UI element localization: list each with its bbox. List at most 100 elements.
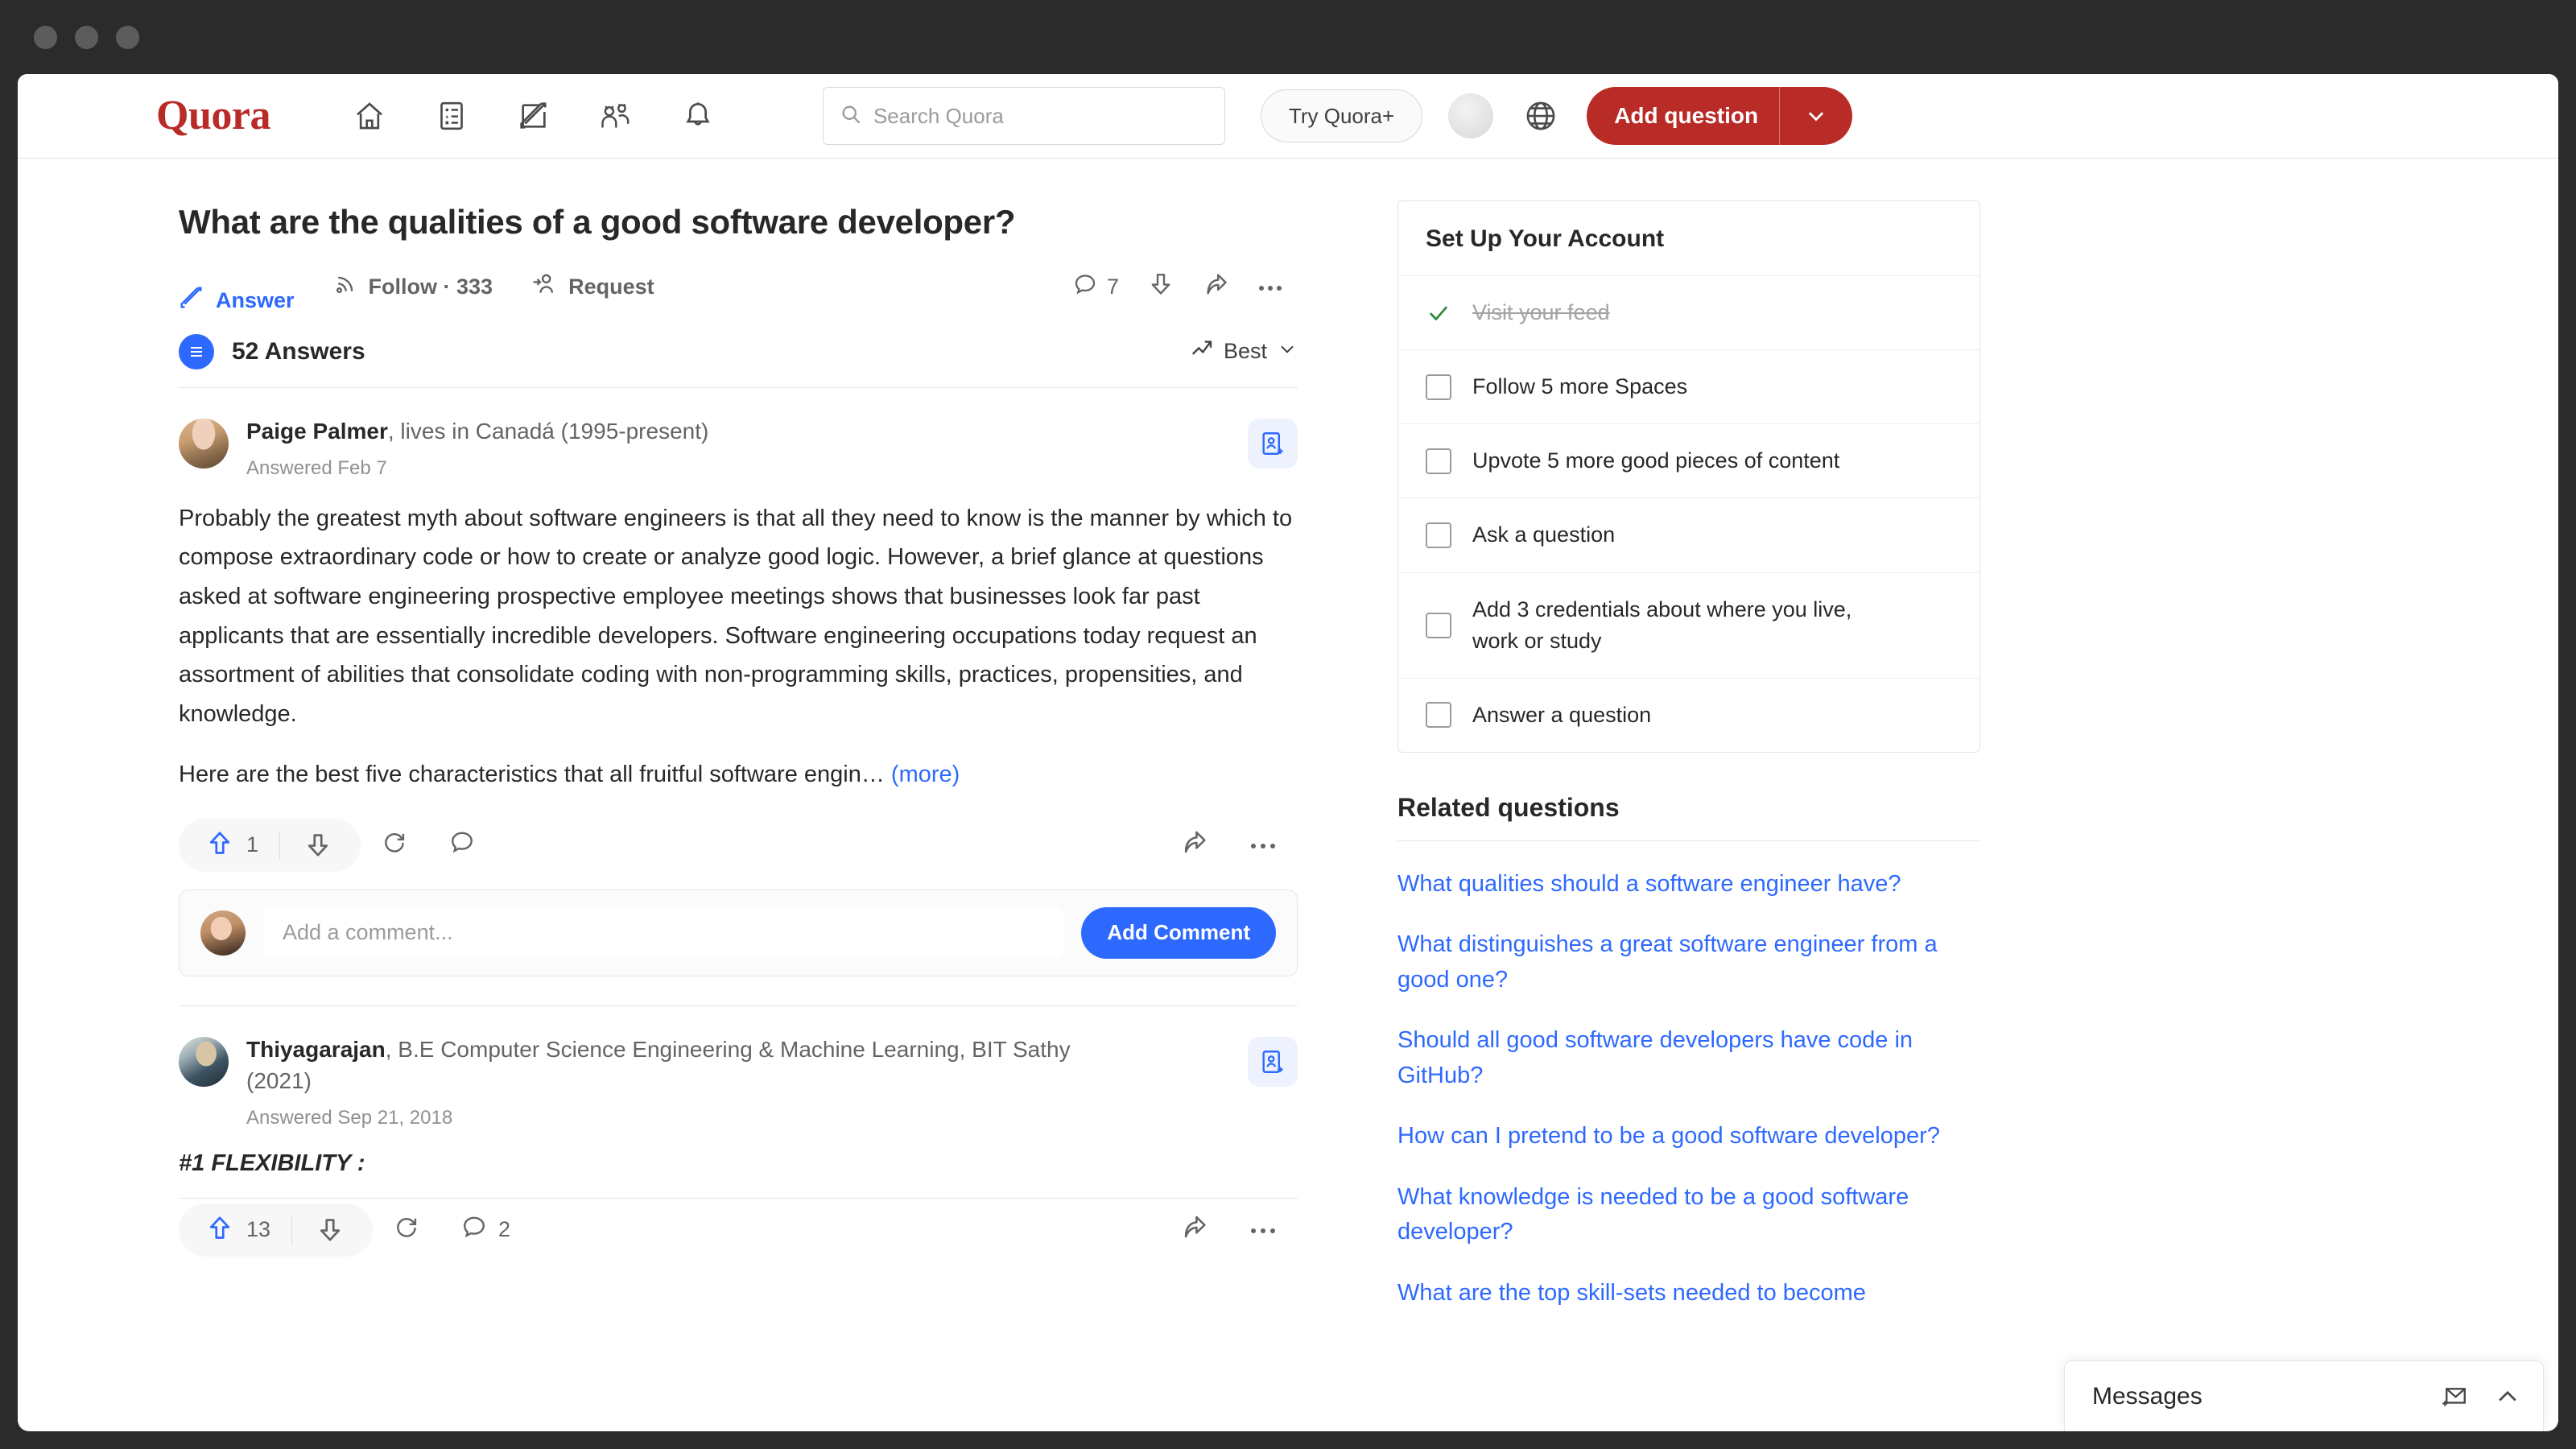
- related-question-link[interactable]: How can I pretend to be a good software …: [1397, 1119, 1980, 1154]
- request-button[interactable]: Request: [531, 271, 654, 303]
- sidebar: Set Up Your Account Visit your feed Foll…: [1397, 200, 1980, 1431]
- quora-header: Quora Search Quora Try Quora+ Add questi…: [18, 74, 2558, 159]
- answer-date: Answered Feb 7: [246, 456, 387, 479]
- setup-task-label: Ask a question: [1472, 522, 1616, 547]
- follow-author-button[interactable]: [1248, 418, 1298, 469]
- upvote-button[interactable]: 13: [184, 1203, 291, 1257]
- answer-comment-button[interactable]: 2: [440, 1214, 531, 1245]
- setup-task-answer-question[interactable]: Answer a question: [1398, 679, 1979, 752]
- question-comment-button[interactable]: 7: [1059, 272, 1133, 302]
- avatar[interactable]: [1448, 93, 1494, 138]
- try-quora-plus-button[interactable]: Try Quora+: [1260, 89, 1423, 142]
- related-question-link[interactable]: What are the top skill-sets needed to be…: [1397, 1276, 1980, 1311]
- answer-teaser-line: Here are the best five characteristics t…: [179, 755, 1298, 795]
- related-questions-title: Related questions: [1397, 792, 1620, 822]
- new-message-icon[interactable]: [2440, 1382, 2469, 1411]
- home-icon[interactable]: [328, 87, 411, 145]
- answer-comment-button[interactable]: [428, 829, 507, 861]
- upvote-icon: [206, 1214, 233, 1245]
- setup-task-add-credentials[interactable]: Add 3 credentials about where you live, …: [1398, 573, 1979, 679]
- quora-logo[interactable]: Quora: [156, 95, 270, 137]
- people-icon[interactable]: [575, 87, 657, 145]
- related-question-link[interactable]: Should all good software developers have…: [1397, 1023, 1980, 1093]
- answer-repost-button[interactable]: [373, 1214, 440, 1245]
- share-icon: [1180, 1213, 1208, 1246]
- answer-action-bar: 1: [179, 814, 1298, 877]
- window-maximize-button[interactable]: [116, 25, 139, 49]
- setup-task-ask-question[interactable]: Ask a question: [1398, 498, 1979, 573]
- answer-date: Answered Sep 21, 2018: [246, 1107, 453, 1129]
- downvote-button[interactable]: [280, 819, 356, 872]
- messages-dock-actions: [2440, 1382, 2522, 1411]
- upvote-button[interactable]: 1: [184, 819, 279, 872]
- sort-answers-button[interactable]: Best: [1190, 336, 1298, 366]
- window-titlebar: [0, 0, 2576, 74]
- setup-task-follow-spaces[interactable]: Follow 5 more Spaces: [1398, 350, 1979, 425]
- follow-author-button[interactable]: [1248, 1036, 1298, 1087]
- answer-paragraph: Probably the greatest myth about softwar…: [179, 505, 1293, 728]
- more-horizontal-icon: [1257, 275, 1283, 299]
- answer-author-line: Paige Palmer, lives in Canadá (1995-pres…: [246, 415, 1124, 448]
- checkbox[interactable]: [1426, 702, 1451, 729]
- related-question-link[interactable]: What qualities should a software enginee…: [1397, 867, 1980, 902]
- upvote-icon: [206, 829, 233, 861]
- setup-task-upvote-content[interactable]: Upvote 5 more good pieces of content: [1398, 424, 1979, 499]
- answer-author-name[interactable]: Thiyagarajan: [246, 1037, 386, 1062]
- add-question-button[interactable]: Add question: [1587, 87, 1853, 145]
- setup-account-card: Set Up Your Account Visit your feed Foll…: [1397, 200, 1980, 753]
- search-box[interactable]: [822, 87, 1225, 145]
- header-nav: [328, 87, 739, 145]
- search-icon: [840, 103, 862, 130]
- search-input[interactable]: [873, 103, 1208, 129]
- related-question-link[interactable]: What distinguishes a great software engi…: [1397, 927, 1980, 997]
- sort-label: Best: [1223, 339, 1267, 364]
- checkbox[interactable]: [1426, 612, 1451, 638]
- answer-more-button[interactable]: [1228, 1217, 1298, 1242]
- downvote-icon: [1148, 271, 1174, 303]
- checkbox[interactable]: [1426, 374, 1451, 400]
- bell-icon[interactable]: [657, 87, 739, 145]
- answers-count: 52 Answers: [232, 337, 365, 365]
- globe-icon[interactable]: [1516, 91, 1566, 141]
- follow-label: Follow · 333: [368, 275, 493, 299]
- setup-task-visit-feed[interactable]: Visit your feed: [1398, 276, 1979, 351]
- page-title: What are the qualities of a good softwar…: [179, 203, 1016, 241]
- setup-task-label: Upvote 5 more good pieces of content: [1472, 448, 1840, 473]
- pencil-square-icon[interactable]: [493, 87, 575, 145]
- downvote-button[interactable]: [292, 1203, 368, 1257]
- question-more-button[interactable]: [1243, 275, 1298, 299]
- window-close-button[interactable]: [34, 25, 57, 49]
- chevron-down-icon[interactable]: [1780, 104, 1852, 128]
- answer-author-credential: , lives in Canadá (1995-present): [387, 418, 709, 444]
- request-label: Request: [568, 275, 654, 299]
- chevron-up-icon[interactable]: [2493, 1382, 2522, 1411]
- answer-more-button[interactable]: [1228, 832, 1298, 857]
- answer-repost-button[interactable]: [361, 829, 428, 861]
- comment-input[interactable]: [263, 906, 1064, 959]
- answer-secondary-actions: [1159, 828, 1298, 861]
- comment-composer: Add Comment: [179, 889, 1298, 976]
- more-link[interactable]: (more): [891, 762, 960, 787]
- follow-button[interactable]: Follow · 333: [333, 272, 493, 302]
- answer-button[interactable]: Answer: [179, 258, 295, 316]
- window-minimize-button[interactable]: [75, 25, 98, 49]
- checkbox[interactable]: [1426, 448, 1451, 474]
- question-share-button[interactable]: [1188, 271, 1243, 303]
- page-body: What are the qualities of a good softwar…: [18, 159, 2558, 1431]
- answer-author-name[interactable]: Paige Palmer: [246, 419, 388, 444]
- checkbox[interactable]: [1426, 522, 1451, 548]
- add-comment-button[interactable]: Add Comment: [1081, 906, 1276, 959]
- answer-heading: #1 FLEXIBILITY :: [179, 1150, 365, 1177]
- add-question-label: Add question: [1614, 103, 1759, 128]
- answer-share-button[interactable]: [1159, 1213, 1228, 1246]
- answer-share-button[interactable]: [1159, 828, 1228, 861]
- question-downvote-button[interactable]: [1133, 271, 1188, 303]
- answer-label: Answer: [216, 288, 295, 313]
- avatar[interactable]: [179, 1036, 229, 1087]
- chevron-down-icon: [1277, 338, 1298, 365]
- messages-dock[interactable]: Messages: [2064, 1360, 2544, 1431]
- avatar[interactable]: [179, 418, 229, 469]
- related-question-link[interactable]: What knowledge is needed to be a good so…: [1397, 1180, 1980, 1250]
- more-horizontal-icon: [1249, 832, 1277, 857]
- list-icon[interactable]: [411, 87, 493, 145]
